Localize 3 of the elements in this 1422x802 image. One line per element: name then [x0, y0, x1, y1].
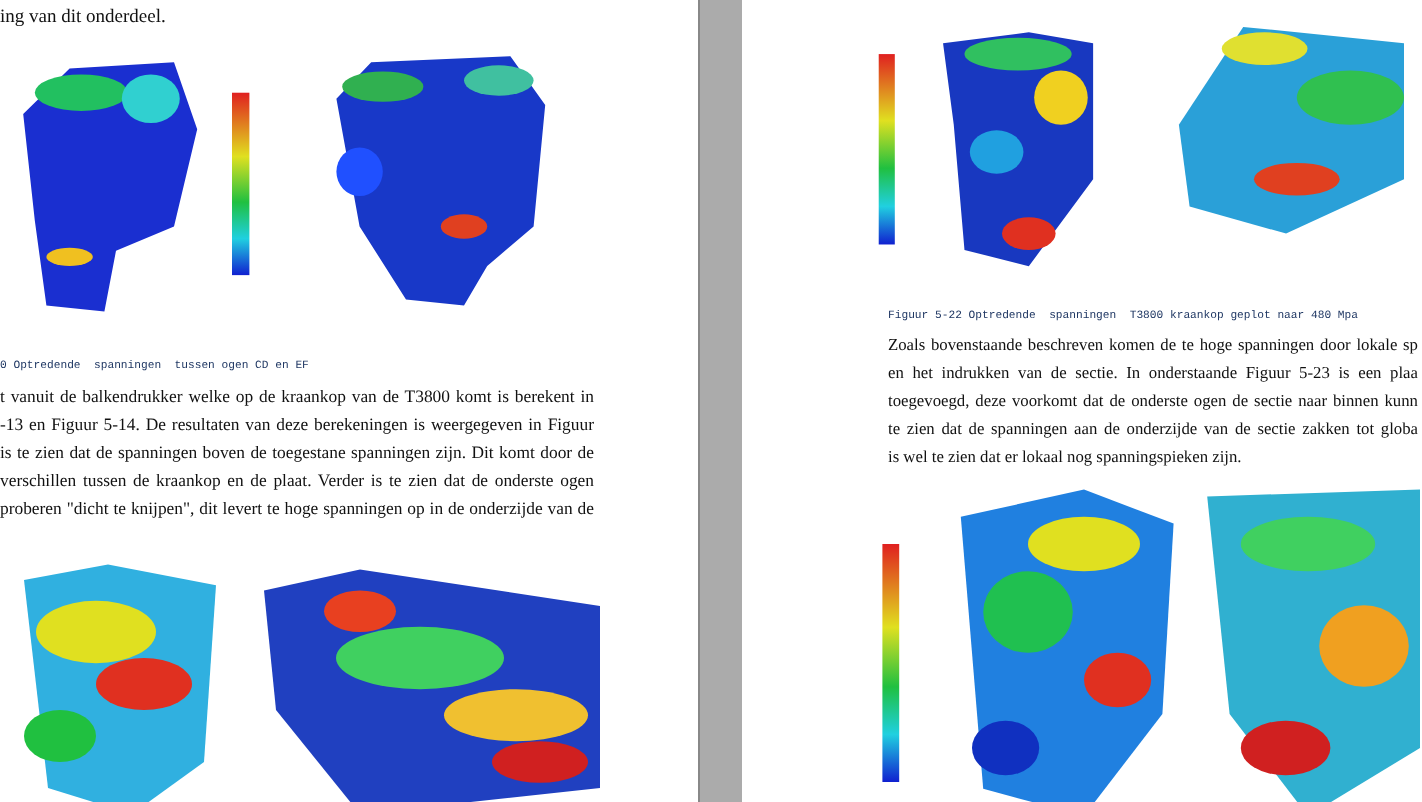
- body-paragraph: Zoals bovenstaande beschreven komen de te hoge spanningen door lokale sp en het indrukken van de sectie. In onderstaande Figuur 5-23 is een plaa toegevoegd, deze voorkomt dat de onderste ogen de sectie naar binnen kunn te zien dat de spanningen aan de onderzijde van de sectie zakken tot globa is wel te zien dat er lokaal nog spanningspieken zijn.: [888, 334, 1418, 470]
- body-text: ing van dit onderdeel.: [0, 6, 168, 30]
- body-paragraph: t vanuit de balkendrukker welke op de kraankop van de T3800 komt is berekent in -13 en Figuur 5-14. De resultaten van deze berekeningen is weergegeven in Figuur is te zien dat de spanningen boven de toegestane spanningen zijn. Dit komt door de verschillen tussen de kraankop en de plaat. Verder is te zien dat de onderste ogen proberen "dicht te knijpen", dit levert te hoge spanningen op in de onderzijde van de: [0, 384, 594, 522]
